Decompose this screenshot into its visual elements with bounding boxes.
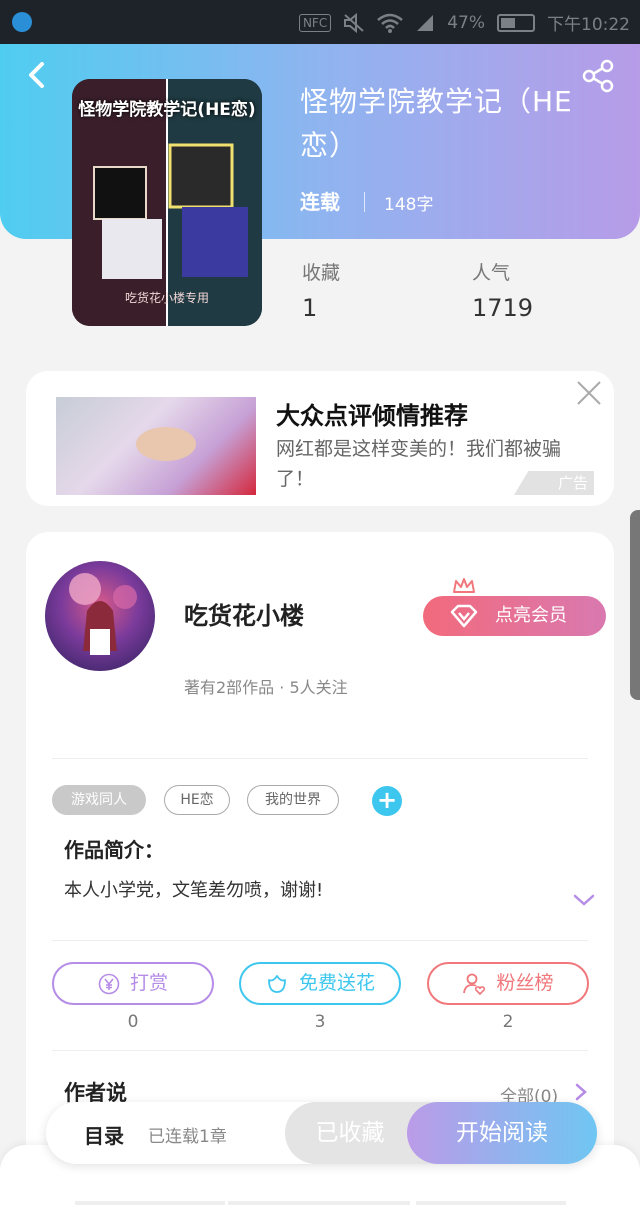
tip-count: 0 bbox=[127, 1012, 139, 1032]
word-count: 148字 bbox=[384, 195, 434, 215]
chevron-down-icon[interactable] bbox=[572, 892, 596, 908]
yen-icon bbox=[98, 973, 120, 994]
author-name[interactable]: 吃货花小楼 bbox=[184, 596, 304, 631]
flower-icon bbox=[268, 974, 286, 993]
intro-title: 作品简介： bbox=[64, 838, 164, 862]
cover-footer-text: 吃货花小楼专用 bbox=[124, 291, 209, 305]
favorites-label: 收藏 bbox=[302, 262, 341, 284]
tag-item[interactable]: 我的世界 bbox=[247, 785, 339, 815]
status-divider bbox=[364, 192, 365, 212]
author-avatar[interactable] bbox=[45, 561, 155, 671]
bottom-tab-indicator bbox=[416, 1201, 566, 1205]
cover-title-text: 怪物学院教学记(HE恋) bbox=[78, 100, 256, 120]
intro-text: 本人小学党，文笔差勿喷，谢谢! bbox=[64, 880, 324, 901]
user-heart-icon bbox=[463, 973, 486, 995]
signal-icon bbox=[417, 14, 434, 31]
mute-icon bbox=[344, 12, 364, 33]
tag-item[interactable]: 游戏同人 bbox=[52, 785, 146, 815]
fan-ranking-label: 粉丝榜 bbox=[496, 972, 554, 994]
fan-count: 2 bbox=[502, 1012, 514, 1032]
crown-icon bbox=[453, 578, 475, 593]
nfc-icon: NFC bbox=[298, 13, 332, 32]
tip-label: 打赏 bbox=[129, 972, 168, 994]
battery-percent: 47% bbox=[447, 12, 485, 33]
clock: 下午10:22 bbox=[547, 15, 630, 35]
toc-button[interactable]: 目录 bbox=[84, 1120, 124, 1149]
app-notification-icon bbox=[12, 12, 32, 32]
battery-icon bbox=[497, 13, 535, 32]
tip-button[interactable]: 打赏 bbox=[52, 962, 214, 1005]
avatar-art bbox=[69, 573, 137, 655]
ad-title: 大众点评倾情推荐 bbox=[276, 402, 468, 430]
favorites-value: 1 bbox=[302, 294, 318, 322]
popularity-value: 1719 bbox=[472, 294, 534, 322]
flower-count: 3 bbox=[314, 1012, 326, 1032]
section-divider bbox=[52, 940, 588, 941]
ad-image-face bbox=[136, 427, 196, 461]
book-title: 怪物学院教学记（HE恋） bbox=[300, 85, 573, 162]
section-divider bbox=[52, 758, 588, 759]
section-divider bbox=[52, 1050, 588, 1051]
fan-ranking-button[interactable]: 粉丝榜 bbox=[427, 962, 589, 1005]
serial-status: 连载 bbox=[300, 190, 340, 214]
add-tag-button[interactable]: + bbox=[372, 786, 402, 816]
chevron-right-icon[interactable] bbox=[574, 1082, 588, 1102]
book-cover[interactable]: 怪物学院教学记(HE恋) 吃货花小楼专用 bbox=[72, 79, 262, 326]
tag-item[interactable]: HE恋 bbox=[164, 785, 230, 815]
status-bar: NFC 47% 下午10:22 bbox=[0, 0, 640, 44]
send-flower-label: 免费送花 bbox=[298, 972, 375, 994]
wifi-icon bbox=[377, 13, 404, 33]
bottom-tab-indicator bbox=[228, 1201, 410, 1205]
back-button[interactable] bbox=[22, 58, 52, 92]
ad-close-icon[interactable] bbox=[574, 378, 604, 408]
toc-meta: 已连载1章 bbox=[148, 1127, 227, 1147]
ad-image[interactable] bbox=[56, 397, 256, 495]
bottom-tab-indicator bbox=[75, 1201, 225, 1205]
author-meta: 著有2部作品 · 5人关注 bbox=[184, 678, 348, 697]
send-flower-button[interactable]: 免费送花 bbox=[239, 962, 401, 1005]
start-reading-button[interactable]: 开始阅读 bbox=[407, 1102, 597, 1164]
side-drawer-handle[interactable] bbox=[630, 510, 640, 700]
diamond-icon bbox=[450, 604, 478, 628]
popularity-label: 人气 bbox=[472, 262, 511, 284]
